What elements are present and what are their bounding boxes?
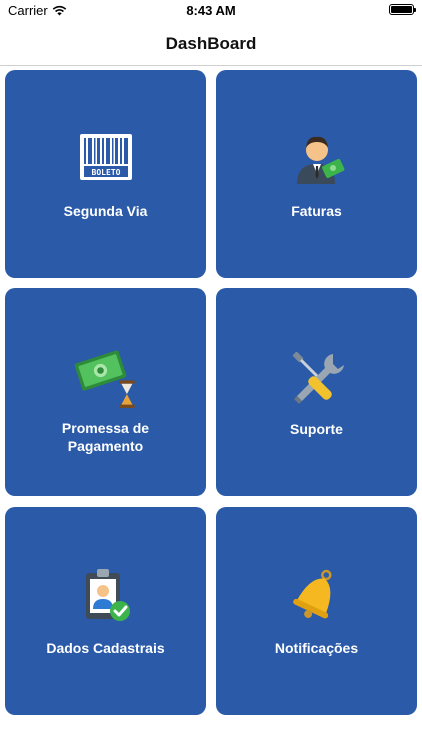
tile-promessa-pagamento[interactable]: Promessa de Pagamento (5, 288, 206, 496)
page-title: DashBoard (165, 33, 257, 53)
barcode-boleto-icon: BOLETO (79, 134, 132, 180)
status-time: 8:43 AM (186, 3, 236, 18)
tile-label-promessa-pagamento: Promessa de Pagamento (61, 420, 150, 454)
tile-dados-cadastrais[interactable]: Dados Cadastrais (5, 507, 206, 715)
id-badge-check-icon (85, 569, 130, 621)
tile-notificacoes[interactable]: Notificações (216, 507, 417, 715)
tile-suporte[interactable]: Suporte (216, 288, 417, 496)
businessman-money-icon (296, 136, 344, 184)
boleto-icon-text: BOLETO (91, 168, 120, 177)
wrench-screwdriver-icon (292, 351, 344, 404)
tile-faturas[interactable]: Faturas (216, 70, 417, 278)
bell-icon (292, 569, 332, 619)
battery-icon (389, 4, 416, 15)
status-bar: Carrier 8:43 AM (0, 0, 422, 22)
tile-label-dados-cadastrais: Dados Cadastrais (46, 640, 165, 656)
tile-label-suporte: Suporte (290, 421, 343, 437)
tile-label-segunda-via: Segunda Via (63, 203, 148, 219)
money-hourglass-icon (74, 350, 135, 408)
tile-label-notificacoes: Notificações (274, 640, 359, 656)
tile-label-faturas: Faturas (291, 203, 342, 219)
tile-segunda-via[interactable]: BOLETO Segunda Via (5, 70, 206, 278)
navigation-bar: DashBoard (0, 22, 422, 66)
